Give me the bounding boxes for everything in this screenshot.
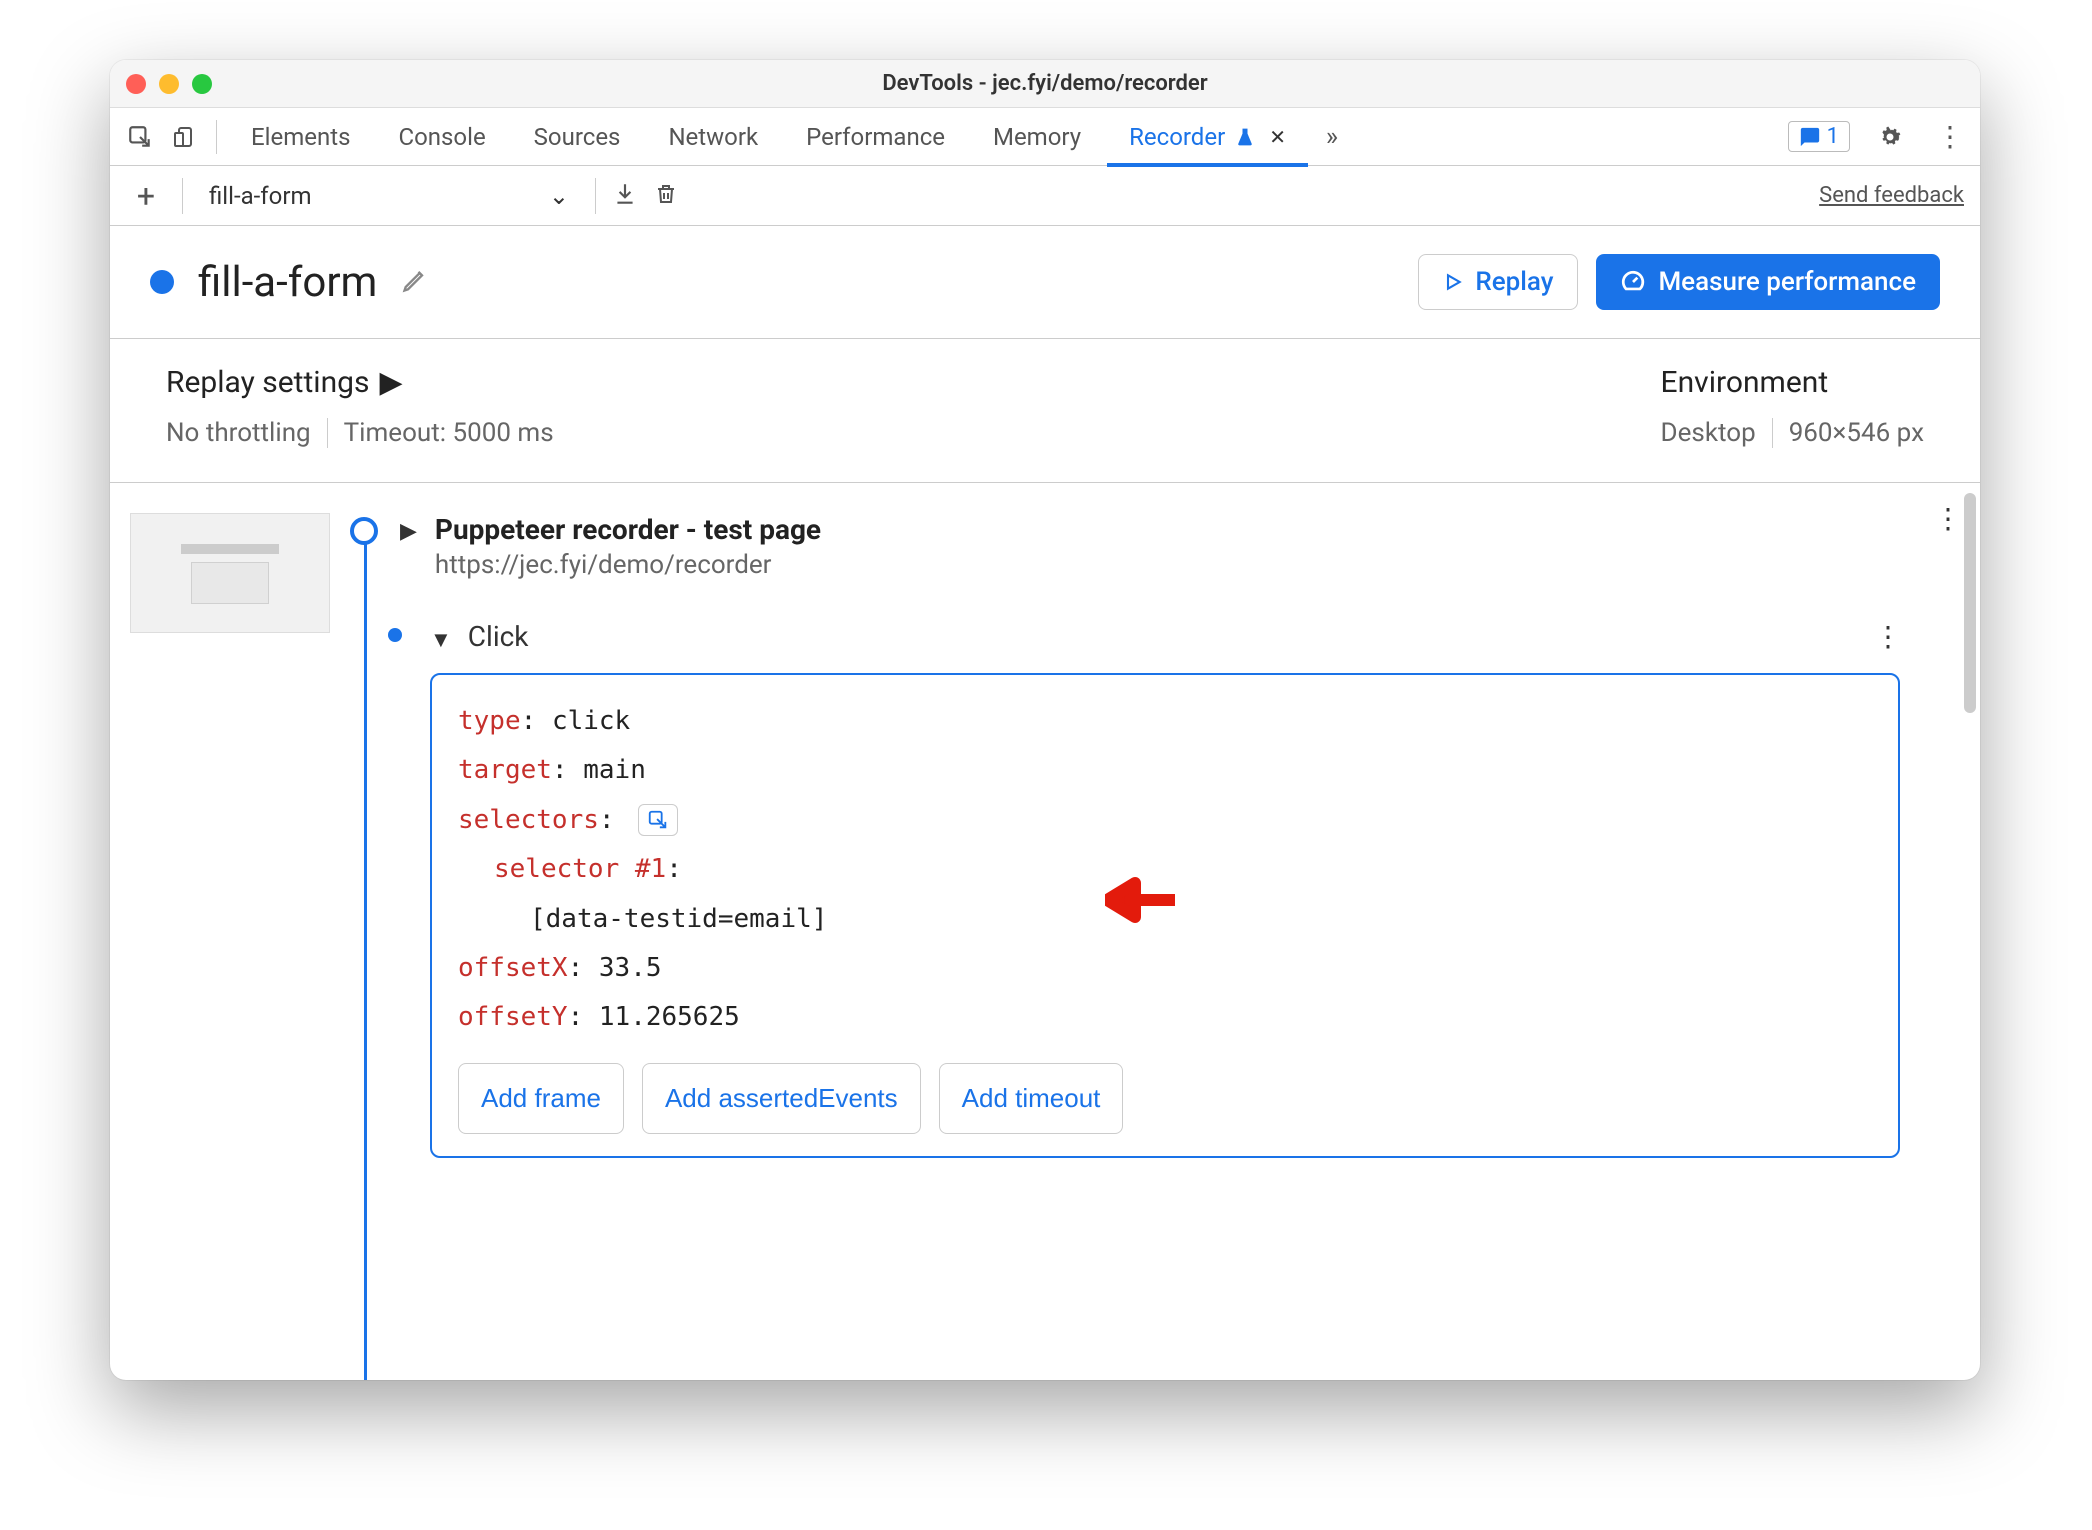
settings-row: Replay settings ▶ No throttling Timeout:… — [110, 339, 1980, 483]
more-tabs-icon[interactable]: » — [1312, 117, 1352, 157]
play-icon — [1443, 272, 1463, 292]
feedback-icon — [1799, 126, 1821, 148]
step-title: Puppeteer recorder - test page — [435, 513, 821, 546]
step-marker-icon — [350, 517, 378, 545]
send-feedback-link[interactable]: Send feedback — [1819, 183, 1964, 208]
gauge-icon — [1620, 269, 1646, 295]
recorder-toolbar: + fill-a-form ⌄ Send feedback — [110, 166, 1980, 226]
devtools-window: DevTools - jec.fyi/demo/recorder Element… — [110, 60, 1980, 1380]
devtools-tabbar: Elements Console Sources Network Perform… — [110, 108, 1980, 166]
divider — [595, 178, 596, 214]
steps-area: ▶ Puppeteer recorder - test page https:/… — [110, 483, 1980, 1380]
export-icon[interactable] — [612, 181, 638, 211]
divider — [216, 120, 217, 154]
tab-sources[interactable]: Sources — [512, 108, 643, 166]
field-key: target — [458, 755, 552, 785]
field-value[interactable]: 33.5 — [599, 953, 662, 983]
throttling-value: No throttling — [166, 418, 311, 448]
step-click[interactable]: ▼ Click ⋮ — [430, 620, 1960, 653]
recording-header: fill-a-form Replay Measure performance — [110, 226, 1980, 339]
recording-status-dot — [150, 270, 174, 294]
caret-right-icon: ▶ — [400, 519, 417, 544]
caret-right-icon: ▶ — [379, 365, 402, 400]
pick-selector-icon[interactable] — [638, 804, 678, 836]
traffic-lights — [126, 74, 212, 94]
new-recording-button[interactable]: + — [126, 177, 166, 215]
device-toolbar-icon[interactable] — [164, 117, 204, 157]
tab-network[interactable]: Network — [646, 108, 780, 166]
field-key: type — [458, 706, 521, 736]
arrow-annotation-icon — [1105, 875, 1175, 925]
tab-memory[interactable]: Memory — [971, 108, 1103, 166]
scrollbar[interactable] — [1964, 493, 1976, 713]
tab-recorder[interactable]: Recorder ✕ — [1107, 108, 1308, 166]
step-menu-icon[interactable]: ⋮ — [1874, 631, 1900, 642]
inspect-element-icon[interactable] — [120, 117, 160, 157]
settings-gear-icon[interactable] — [1870, 117, 1910, 157]
tab-console[interactable]: Console — [376, 108, 507, 166]
close-tab-icon[interactable]: ✕ — [1269, 125, 1286, 149]
more-menu-icon[interactable]: ⋮ — [1930, 117, 1970, 157]
feedback-badge[interactable]: 1 — [1788, 121, 1850, 152]
page-thumbnail — [130, 513, 330, 633]
recording-title: fill-a-form — [198, 258, 377, 307]
measure-performance-button[interactable]: Measure performance — [1596, 254, 1940, 310]
recording-select[interactable]: fill-a-form ⌄ — [199, 182, 579, 210]
step-marker-icon — [388, 628, 402, 642]
flask-icon — [1235, 127, 1255, 147]
field-value[interactable]: 11.265625 — [599, 1002, 740, 1032]
viewport-value: 960×546 px — [1789, 418, 1924, 448]
field-value[interactable]: main — [583, 755, 646, 785]
chevron-down-icon: ⌄ — [549, 182, 569, 210]
environment-title: Environment — [1661, 365, 1924, 400]
field-key: selector #1 — [494, 854, 666, 884]
add-asserted-events-button[interactable]: Add assertedEvents — [642, 1063, 921, 1134]
add-timeout-button[interactable]: Add timeout — [939, 1063, 1124, 1134]
maximize-window-button[interactable] — [192, 74, 212, 94]
edit-title-icon[interactable] — [401, 266, 429, 298]
window-title: DevTools - jec.fyi/demo/recorder — [882, 71, 1207, 96]
delete-icon[interactable] — [654, 180, 678, 212]
device-value: Desktop — [1661, 418, 1756, 448]
field-key: offsetX — [458, 953, 568, 983]
tab-performance[interactable]: Performance — [784, 108, 967, 166]
timeout-value: Timeout: 5000 ms — [344, 418, 554, 448]
tab-elements[interactable]: Elements — [229, 108, 372, 166]
field-key: selectors — [458, 805, 599, 835]
replay-button[interactable]: Replay — [1418, 254, 1578, 310]
divider — [182, 178, 183, 214]
timeline: ▶ Puppeteer recorder - test page https:/… — [350, 513, 1960, 1380]
field-key: offsetY — [458, 1002, 568, 1032]
step-menu-icon[interactable]: ⋮ — [1934, 513, 1960, 524]
minimize-window-button[interactable] — [159, 74, 179, 94]
timeline-rail — [364, 531, 367, 1380]
replay-settings-toggle[interactable]: Replay settings ▶ — [166, 365, 554, 400]
step-url: https://jec.fyi/demo/recorder — [435, 550, 821, 580]
field-value[interactable]: click — [552, 706, 630, 736]
add-frame-button[interactable]: Add frame — [458, 1063, 624, 1134]
titlebar: DevTools - jec.fyi/demo/recorder — [110, 60, 1980, 108]
step-details-panel: type: click target: main selectors: sele… — [430, 673, 1900, 1158]
selector-value[interactable]: [data-testid=email] — [530, 904, 827, 934]
step-root[interactable]: ▶ Puppeteer recorder - test page https:/… — [400, 513, 1960, 580]
caret-down-icon: ▼ — [430, 627, 452, 653]
close-window-button[interactable] — [126, 74, 146, 94]
